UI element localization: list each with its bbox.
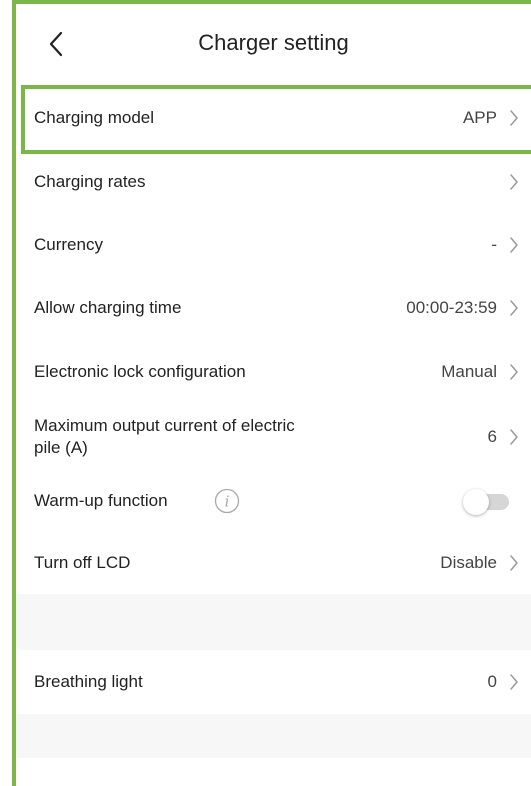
- chevron-right-icon: [507, 298, 521, 318]
- row-label: Charging model: [34, 108, 155, 127]
- row-electronic-lock[interactable]: Electronic lock configuration Manual: [16, 340, 531, 404]
- chevron-right-icon: [507, 672, 521, 692]
- row-label: Breathing light: [34, 672, 143, 691]
- chevron-right-icon: [507, 553, 521, 573]
- row-value: APP: [462, 108, 497, 127]
- row-label: Turn off LCD: [34, 553, 131, 572]
- section-spacer: [16, 594, 531, 650]
- row-label: Warm-up function: [34, 491, 168, 510]
- row-allow-charging-time[interactable]: Allow charging time 00:00-23:59: [16, 276, 531, 340]
- svg-text:i: i: [225, 493, 230, 511]
- section-spacer: [16, 714, 531, 758]
- row-max-output-current[interactable]: Maximum output current of electric pile …: [16, 404, 531, 470]
- row-charging-rates[interactable]: Charging rates: [16, 150, 531, 214]
- row-breathing-light[interactable]: Breathing light 0: [16, 650, 531, 714]
- charger-setting-screen: Charger setting Charging model APP Charg…: [0, 0, 531, 786]
- row-charging-model[interactable]: Charging model APP: [16, 86, 531, 150]
- chevron-right-icon: [507, 108, 521, 128]
- row-label: Charging rates: [34, 172, 146, 191]
- row-value: Manual: [441, 362, 497, 381]
- row-value: -: [491, 235, 497, 254]
- chevron-right-icon: [507, 427, 521, 447]
- row-turn-off-lcd[interactable]: Turn off LCD Disable: [16, 532, 531, 594]
- row-value: 00:00-23:59: [406, 298, 497, 317]
- row-warm-up-function: Warm-up function i: [16, 470, 531, 532]
- toggle-knob: [463, 489, 489, 515]
- chevron-right-icon: [507, 172, 521, 192]
- row-currency[interactable]: Currency -: [16, 214, 531, 276]
- row-value: 6: [487, 427, 497, 446]
- info-icon[interactable]: i: [214, 488, 240, 514]
- row-value: 0: [487, 672, 497, 691]
- warm-up-toggle[interactable]: [463, 489, 509, 515]
- page-title: Charger setting: [198, 30, 349, 55]
- row-label: Currency: [34, 235, 103, 254]
- header-bar: Charger setting: [16, 4, 531, 86]
- row-label: Allow charging time: [34, 298, 182, 317]
- row-label: Maximum output current of electric pile …: [34, 416, 295, 457]
- row-label: Electronic lock configuration: [34, 362, 246, 381]
- chevron-right-icon: [507, 362, 521, 382]
- row-value: Disable: [440, 553, 497, 572]
- chevron-right-icon: [507, 235, 521, 255]
